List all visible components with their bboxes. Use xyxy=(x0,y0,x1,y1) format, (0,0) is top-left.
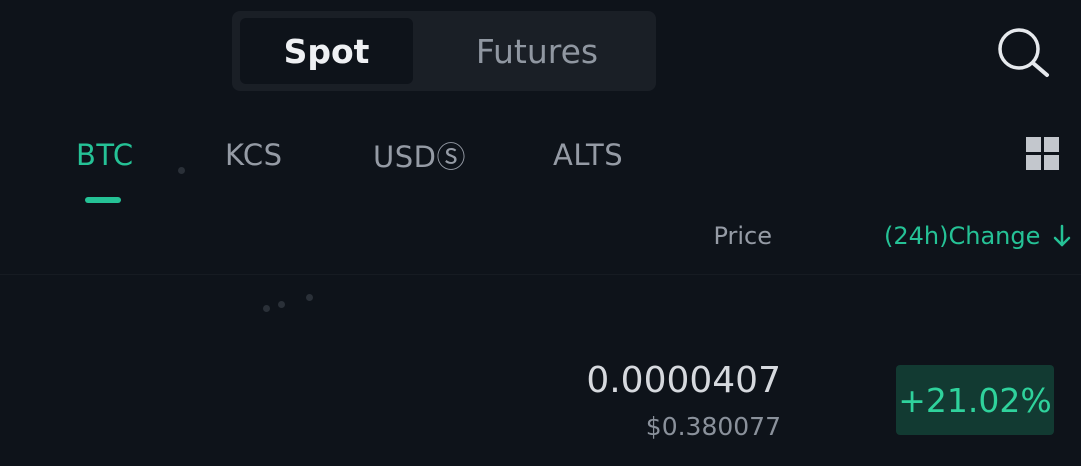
arrow-down-icon xyxy=(1054,224,1071,247)
market-type-switch: Spot Futures xyxy=(232,11,656,91)
change-column-header[interactable]: (24h)Change xyxy=(884,222,1072,250)
market-screen: Spot Futures BTC KCS USDⓈ ALTS Price (24… xyxy=(0,0,1081,466)
change-column-label: (24h)Change xyxy=(884,222,1041,250)
search-icon xyxy=(998,28,1049,77)
tab-btc[interactable]: BTC xyxy=(76,133,134,177)
grid-icon-cell xyxy=(1026,155,1041,170)
tab-futures[interactable]: Futures xyxy=(432,18,642,84)
decorative-dot xyxy=(278,301,285,308)
last-price: 0.0000407 xyxy=(586,360,781,401)
grid-icon-cell xyxy=(1044,137,1059,152)
tab-spot[interactable]: Spot xyxy=(240,18,413,84)
tab-kcs[interactable]: KCS xyxy=(225,133,283,177)
grid-icon[interactable] xyxy=(1026,137,1059,170)
search-button[interactable] xyxy=(994,26,1052,78)
price-column-header: Price xyxy=(713,222,772,250)
tab-alts[interactable]: ALTS xyxy=(553,133,623,177)
active-tab-indicator xyxy=(85,197,121,203)
header-divider xyxy=(0,274,1081,275)
change-badge[interactable]: +21.02% xyxy=(896,365,1054,435)
grid-icon-cell xyxy=(1044,155,1059,170)
decorative-dot xyxy=(178,167,185,174)
decorative-dot xyxy=(263,305,270,312)
fiat-price: $0.380077 xyxy=(645,412,781,441)
grid-icon-cell xyxy=(1026,137,1041,152)
tab-usds[interactable]: USDⓈ xyxy=(373,133,466,177)
table-row[interactable]: 0.0000407 $0.380077 +21.02% xyxy=(0,340,1081,466)
decorative-dot xyxy=(306,294,313,301)
